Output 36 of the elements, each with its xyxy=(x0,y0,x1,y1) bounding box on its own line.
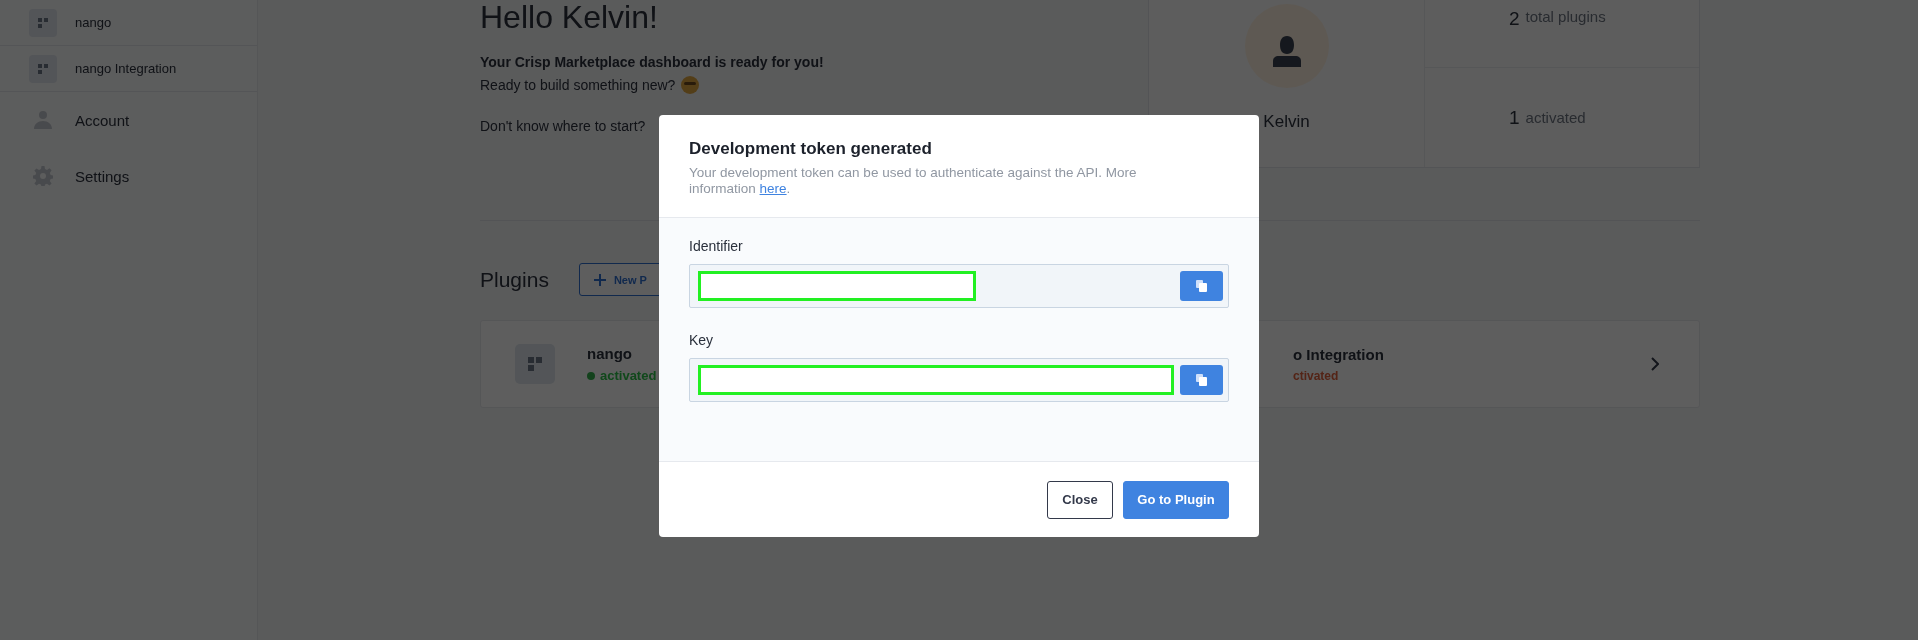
copy-icon xyxy=(1196,280,1207,292)
plugin-icon xyxy=(29,54,57,83)
welcome-headline: Your Crisp Marketplace dashboard is ready for you! xyxy=(480,54,824,70)
field-label: Identifier xyxy=(689,238,744,254)
copy-button[interactable] xyxy=(1180,365,1223,395)
token-field[interactable] xyxy=(689,264,1229,308)
greeting-title: Hello Kelvin! xyxy=(480,0,659,34)
copy-icon xyxy=(1196,374,1207,386)
here-link[interactable]: here xyxy=(759,181,787,196)
stat-value: 2 xyxy=(1509,8,1520,30)
modal-description: Your development token can be used to authenticate against the API. More information here. xyxy=(689,165,1138,197)
plugin-status: ctivated xyxy=(1293,368,1339,383)
avatar-icon xyxy=(1244,4,1329,88)
emoji-icon xyxy=(681,76,700,94)
sidebar-item[interactable]: nango xyxy=(0,0,257,46)
modal-title: Development token generated xyxy=(689,139,933,159)
plus-icon xyxy=(593,273,606,286)
welcome-hint: Don't know where to start? xyxy=(480,118,647,134)
plugin-icon xyxy=(515,344,555,384)
token-field[interactable] xyxy=(689,358,1229,402)
go-to-plugin-button[interactable]: Go to Plugin xyxy=(1123,480,1229,519)
plugin-icon xyxy=(29,8,57,37)
plugin-name: o Integration xyxy=(1293,345,1384,363)
close-button[interactable]: Close xyxy=(1047,480,1113,519)
section-title: Plugins xyxy=(480,267,549,292)
sidebar-item[interactable]: Account xyxy=(0,92,257,148)
stat-value: 1 xyxy=(1509,106,1520,129)
sidebar-item[interactable]: nango Integration xyxy=(0,46,257,92)
plugin-status: activated xyxy=(600,368,657,383)
plugin-name: nango xyxy=(587,345,633,362)
profile-name: Kelvin xyxy=(1263,112,1310,132)
chevron-right-icon[interactable] xyxy=(1651,357,1659,371)
field-label: Key xyxy=(689,332,715,348)
sidebar-item[interactable]: Settings xyxy=(0,148,257,204)
welcome-text: Ready to build something new? xyxy=(480,77,676,93)
copy-button[interactable] xyxy=(1180,271,1223,301)
